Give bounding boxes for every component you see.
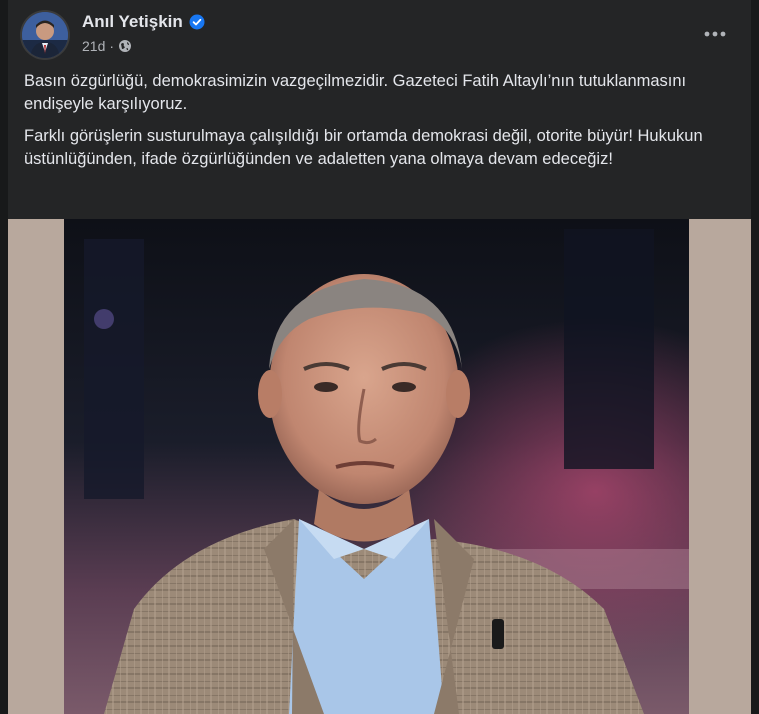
author-name[interactable]: Anıl Yetişkin — [82, 12, 183, 32]
post-body: Basın özgürlüğü, demokrasimizin vazgeçil… — [24, 70, 736, 180]
post-header: Anıl Yetişkin 21d · — [8, 0, 751, 64]
verified-badge-icon — [189, 14, 205, 30]
more-horizontal-icon — [704, 31, 726, 37]
globe-icon[interactable] — [118, 39, 132, 53]
photo-illustration — [64, 219, 689, 714]
post-photo[interactable] — [64, 219, 689, 714]
post-timestamp[interactable]: 21d — [82, 38, 105, 54]
more-options-button[interactable] — [699, 20, 731, 48]
avatar-image — [22, 12, 68, 58]
post-meta: 21d · — [82, 38, 132, 54]
post-media[interactable] — [8, 219, 751, 714]
meta-separator: · — [109, 38, 115, 54]
author-avatar[interactable] — [22, 12, 68, 58]
post-card: Anıl Yetişkin 21d · Basın özgürlüğü, dem… — [8, 0, 751, 714]
author-line: Anıl Yetişkin — [82, 12, 205, 32]
post-paragraph: Basın özgürlüğü, demokrasimizin vazgeçil… — [24, 72, 687, 113]
post-paragraph: Farklı görüşlerin susturulmaya çalışıldı… — [24, 127, 703, 168]
